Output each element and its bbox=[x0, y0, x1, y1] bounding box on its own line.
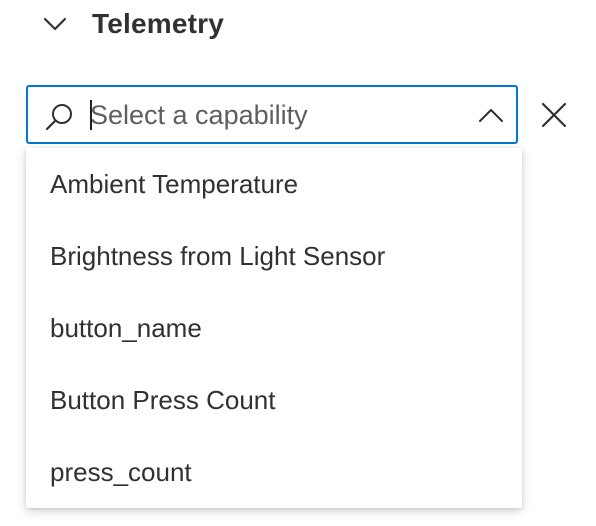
close-icon[interactable] bbox=[539, 100, 569, 135]
dropdown-option[interactable]: Button Press Count bbox=[26, 364, 522, 436]
telemetry-section-header[interactable]: Telemetry bbox=[40, 4, 224, 44]
dropdown-option[interactable]: press_count bbox=[26, 436, 522, 508]
capability-search-input[interactable] bbox=[90, 95, 460, 135]
chevron-down-icon[interactable] bbox=[40, 9, 70, 39]
dropdown-option[interactable]: Ambient Temperature bbox=[26, 148, 522, 220]
capability-dropdown-list: Ambient Temperature Brightness from Ligh… bbox=[26, 148, 522, 508]
dropdown-option[interactable]: Brightness from Light Sensor bbox=[26, 220, 522, 292]
text-cursor bbox=[90, 100, 92, 130]
search-icon bbox=[43, 101, 75, 133]
capability-selector-panel: Telemetry Ambient Temperature Brightness… bbox=[0, 0, 596, 526]
section-title: Telemetry bbox=[92, 8, 225, 39]
dropdown-option[interactable]: button_name bbox=[26, 292, 522, 364]
clear-button[interactable] bbox=[537, 100, 571, 134]
chevron-up-icon[interactable] bbox=[478, 104, 504, 126]
capability-combobox[interactable] bbox=[26, 85, 518, 144]
